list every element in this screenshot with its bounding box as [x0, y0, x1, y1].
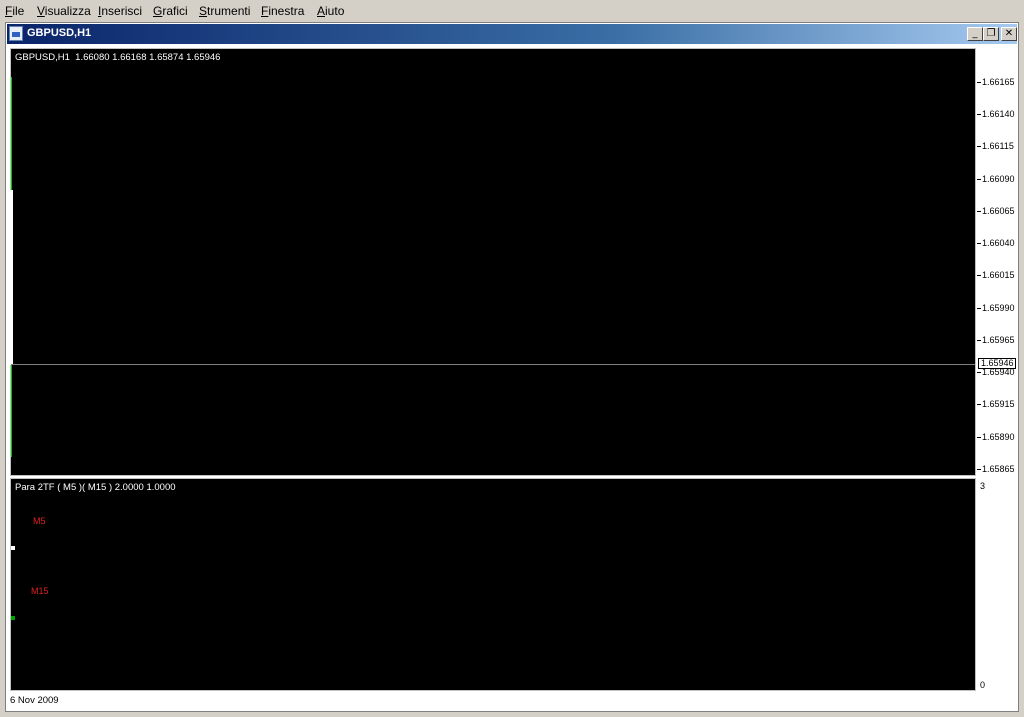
price-tick: [977, 179, 981, 180]
indicator-mark-m5: [11, 546, 15, 550]
price-tick: [977, 437, 981, 438]
menu-grafici[interactable]: Grafici: [153, 4, 188, 18]
indicator-label-m15: M15: [31, 586, 49, 596]
price-label: 1.66140: [982, 109, 1015, 119]
price-label: 1.65865: [982, 464, 1015, 474]
price-label: 1.65965: [982, 335, 1015, 345]
restore-button[interactable]: ❐: [983, 27, 999, 41]
price-label: 1.65990: [982, 303, 1015, 313]
menu-inserisci[interactable]: Inserisci: [98, 4, 142, 18]
bid-price-line: [11, 364, 975, 365]
current-price-label: 1.65946: [978, 358, 1016, 369]
chart-window-icon: [9, 26, 23, 41]
price-tick: [977, 372, 981, 373]
price-label: 1.66090: [982, 174, 1015, 184]
indicator-chart-area[interactable]: Para 2TF ( M5 )( M15 ) 2.0000 1.0000: [10, 478, 976, 691]
main-chart-area[interactable]: GBPUSD,H1 1.66080 1.66168 1.65874 1.6594…: [10, 48, 976, 476]
minimize-button[interactable]: _: [967, 27, 983, 41]
indicator-label-m5: M5: [33, 516, 46, 526]
minimize-icon: _: [972, 28, 978, 39]
window-titlebar[interactable]: GBPUSD,H1 _ ❐ ✕: [7, 24, 1017, 44]
menu-aiuto[interactable]: Aiuto: [317, 4, 344, 18]
menu-file[interactable]: File: [5, 4, 24, 18]
time-axis-date: 6 Nov 2009: [10, 695, 59, 706]
menu-bar: File Visualizza Inserisci Grafici Strume…: [0, 0, 1024, 21]
price-tick: [977, 308, 981, 309]
indicator-mark-m15: [11, 616, 15, 620]
indicator-scale-min: 0: [980, 680, 986, 690]
menu-visualizza[interactable]: Visualizza: [37, 4, 91, 18]
price-label: 1.65915: [982, 399, 1015, 409]
menu-finestra[interactable]: Finestra: [261, 4, 304, 18]
menu-strumenti[interactable]: Strumenti: [199, 4, 250, 18]
restore-icon: ❐: [986, 28, 996, 39]
price-label: 1.66015: [982, 270, 1015, 280]
main-chart-header: GBPUSD,H1 1.66080 1.66168 1.65874 1.6594…: [15, 52, 221, 63]
price-tick: [977, 82, 981, 83]
price-label: 1.66040: [982, 238, 1015, 248]
indicator-scale-max: 3: [980, 481, 986, 491]
price-tick: [977, 340, 981, 341]
window-title: GBPUSD,H1: [27, 27, 92, 39]
price-label: 1.65890: [982, 432, 1015, 442]
indicator-header: Para 2TF ( M5 )( M15 ) 2.0000 1.0000: [15, 482, 176, 493]
price-tick: [977, 114, 981, 115]
candle-body: [10, 190, 13, 365]
price-tick: [977, 211, 981, 212]
price-tick: [977, 243, 981, 244]
price-tick: [977, 275, 981, 276]
price-label: 1.66115: [982, 141, 1014, 151]
close-icon: ✕: [1004, 28, 1014, 39]
price-tick: [977, 146, 981, 147]
price-label: 1.66165: [982, 77, 1015, 87]
close-button[interactable]: ✕: [1001, 27, 1017, 41]
price-label: 1.66065: [982, 206, 1015, 216]
price-tick: [977, 404, 981, 405]
price-tick: [977, 469, 981, 470]
